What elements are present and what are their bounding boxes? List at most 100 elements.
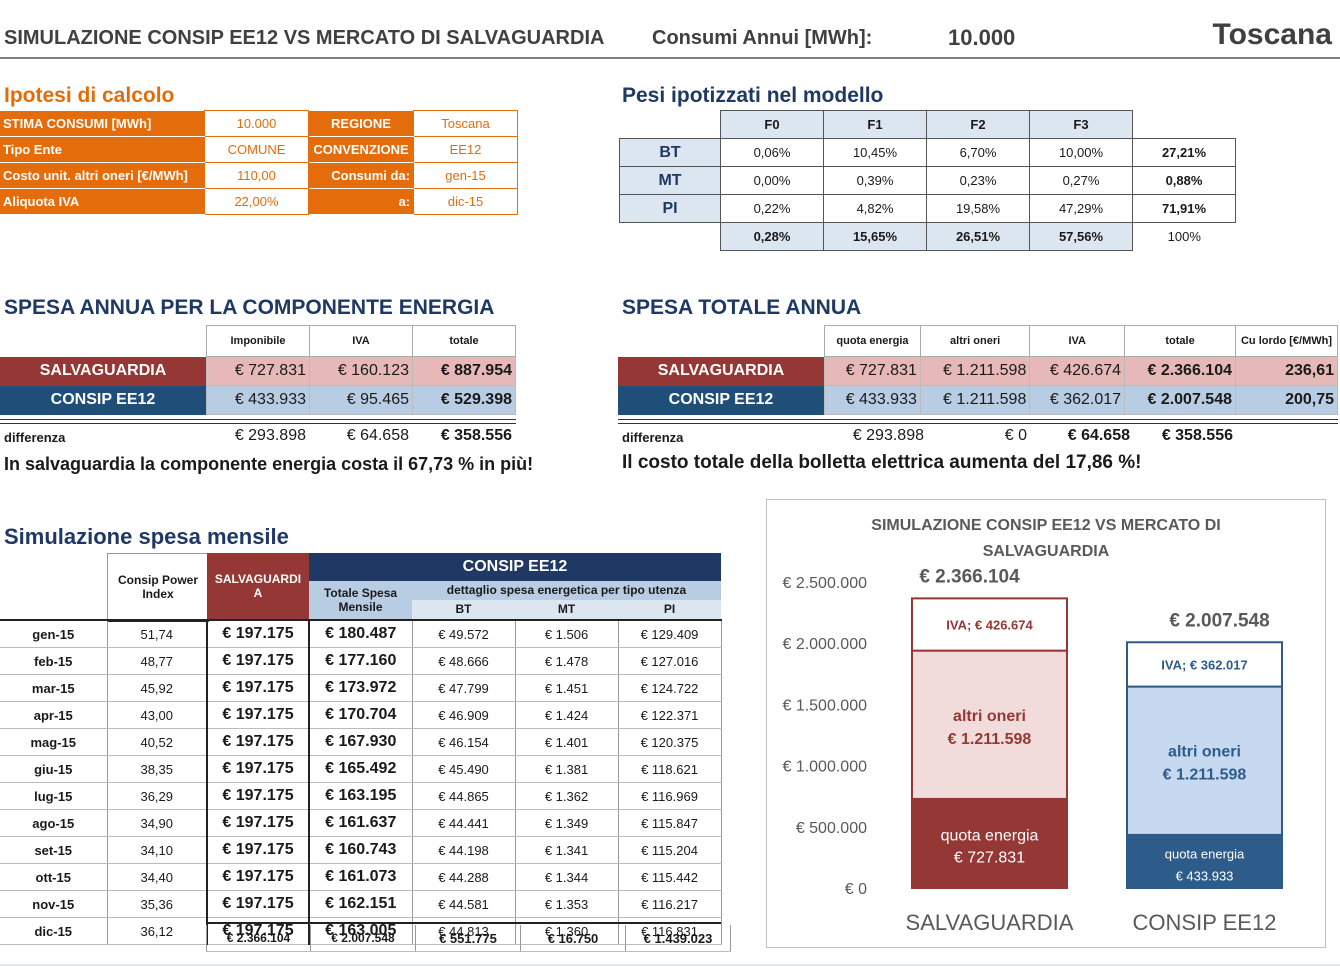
consumi-value: 10.000: [948, 25, 1016, 50]
consip-total-cell: € 160.743: [309, 836, 413, 864]
energia-divider: [0, 419, 516, 424]
energia-diff-total: € 358.556: [440, 427, 512, 444]
index-cell: 34,10: [107, 836, 208, 864]
consip-total-cell: € 170.704: [309, 701, 413, 729]
energia-header: totale: [412, 325, 516, 357]
oneri-value-label: € 1.211.598: [1163, 767, 1247, 784]
category-label: SALVAGUARDIA: [906, 910, 1074, 935]
index-cell: 45,92: [107, 674, 208, 702]
salv-cell: € 197.175: [206, 809, 310, 837]
mensile-total-divider: [206, 922, 721, 924]
month-cell: ago-15: [0, 809, 108, 837]
salv-cell: € 197.175: [206, 755, 310, 783]
energia-salv-total: € 887.954: [412, 356, 516, 386]
bt-cell: € 44.581: [412, 890, 516, 918]
pesi-header: F0: [720, 110, 824, 139]
bt-cell: € 45.490: [412, 755, 516, 783]
page-title: SIMULAZIONE CONSIP EE12 VS MERCATO DI SA…: [4, 27, 605, 49]
pesi-corner: [1133, 111, 1236, 139]
bt-cell: € 48.666: [412, 647, 516, 675]
mt-cell: € 1.344: [515, 863, 619, 891]
ipotesi-value: 10.000: [204, 110, 309, 137]
salv-cell: € 197.175: [206, 674, 310, 702]
salv-cell: € 197.175: [206, 836, 310, 864]
consip-total-cell: € 167.930: [309, 728, 413, 756]
month-cell: gen-15: [0, 621, 108, 648]
totale-salv-cell: € 1.211.598: [919, 356, 1031, 386]
salvaguardia-label: SALVAGUARDIA: [0, 356, 207, 386]
table-row: ago-15 34,90 € 197.175 € 161.637 € 44.441 € 1…: [0, 809, 722, 837]
totale-consip-cell: € 362.017: [1029, 385, 1126, 415]
bt-cell: € 46.154: [412, 728, 516, 756]
regione-title: Toscana: [1212, 18, 1333, 51]
pesi-row-label: MT: [619, 166, 721, 195]
bt-cell: € 44.198: [412, 836, 516, 864]
pesi-grand-total: 100%: [1167, 229, 1201, 245]
mt-cell: € 1.451: [515, 674, 619, 702]
totale-salv-total: € 2.366.104: [1124, 356, 1236, 386]
energia-label: quota energia: [941, 827, 1039, 844]
pesi-row-label: BT: [619, 138, 721, 167]
ipotesi-value: 110,00: [204, 162, 309, 189]
mt-cell: € 1.478: [515, 647, 619, 675]
salv-cell: € 197.175: [206, 863, 310, 891]
ipotesi-value: 22,00%: [204, 188, 309, 215]
mt-cell: € 1.353: [515, 890, 619, 918]
ipotesi-label: Aliquota IVA: [0, 188, 205, 215]
totale-consip-cell: € 433.933: [824, 385, 921, 415]
table-row: mar-15 45,92 € 197.175 € 173.972 € 47.799 € 1…: [0, 674, 722, 702]
mensile-consip-header: CONSIP EE12: [309, 553, 721, 581]
index-cell: 51,74: [107, 621, 208, 648]
oneri-label: altri oneri: [953, 708, 1026, 725]
stacked-bar-chart: SIMULAZIONE CONSIP EE12 VS MERCATO DI SA…: [782, 517, 1283, 935]
mensile-table: gen-15 51,74 € 197.175 € 180.487 € 49.572 € 1…: [0, 621, 722, 945]
pi-cell: € 115.204: [618, 836, 722, 864]
index-cell: 38,35: [107, 755, 208, 783]
bt-cell: € 46.909: [412, 701, 516, 729]
mensile-total-cell: € 2.007.548: [310, 925, 416, 952]
month-cell: giu-15: [0, 755, 108, 783]
table-row: feb-15 48,77 € 197.175 € 177.160 € 48.666 € 1…: [0, 647, 722, 675]
totale-salv-cell: € 426.674: [1029, 356, 1126, 386]
totale-header: totale: [1124, 325, 1236, 357]
salv-cell: € 197.175: [206, 647, 310, 675]
ipotesi-row: Aliquota IVA 22,00% a: dic-15: [0, 188, 518, 215]
index-cell: 48,77: [107, 647, 208, 675]
month-cell: ott-15: [0, 863, 108, 891]
bt-cell: € 47.799: [412, 674, 516, 702]
pesi-row-total: 0,88%: [1132, 166, 1236, 195]
index-cell: 40,52: [107, 728, 208, 756]
consumi-label: Consumi Annui [MWh]:: [652, 27, 873, 49]
pesi-col-total: 26,51%: [926, 222, 1030, 251]
bt-cell: € 49.572: [412, 621, 516, 648]
pesi-cell: 6,70%: [926, 138, 1030, 167]
consip-total-cell: € 162.151: [309, 890, 413, 918]
ipotesi-label: Tipo Ente: [0, 136, 205, 163]
y-tick-label: € 2.500.000: [782, 575, 867, 592]
month-cell: feb-15: [0, 647, 108, 675]
mt-cell: € 1.424: [515, 701, 619, 729]
y-tick-label: € 0: [845, 881, 867, 898]
pesi-corner: [620, 223, 721, 251]
pi-cell: € 120.375: [618, 728, 722, 756]
pi-cell: € 116.217: [618, 890, 722, 918]
pesi-row-label: PI: [619, 194, 721, 223]
totale-title: SPESA TOTALE ANNUA: [622, 296, 862, 319]
table-row: lug-15 36,29 € 197.175 € 163.195 € 44.865 € 1…: [0, 782, 722, 810]
consip-total-cell: € 180.487: [309, 621, 413, 648]
pesi-header: F3: [1029, 110, 1133, 139]
mensile-dettaglio-header: dettaglio spesa energetica per tipo uten…: [412, 581, 721, 600]
pesi-col-total: 15,65%: [823, 222, 927, 251]
total-label: € 2.366.104: [919, 566, 1020, 587]
mensile-title: Simulazione spesa mensile: [4, 524, 289, 549]
totale-diff-cell: € 64.658: [1067, 427, 1130, 444]
pesi-col-total: 57,56%: [1029, 222, 1133, 251]
totale-diff-cell: € 293.898: [852, 427, 924, 444]
energia-diff-label: differenza: [4, 430, 66, 445]
iva-label: IVA; € 362.017: [1161, 657, 1247, 672]
energia-consip-cell: € 433.933: [206, 385, 310, 415]
pesi-cell: 0,27%: [1029, 166, 1133, 195]
pesi-cell: 0,23%: [926, 166, 1030, 195]
header-divider: [0, 57, 1340, 59]
pesi-cell: 10,45%: [823, 138, 927, 167]
